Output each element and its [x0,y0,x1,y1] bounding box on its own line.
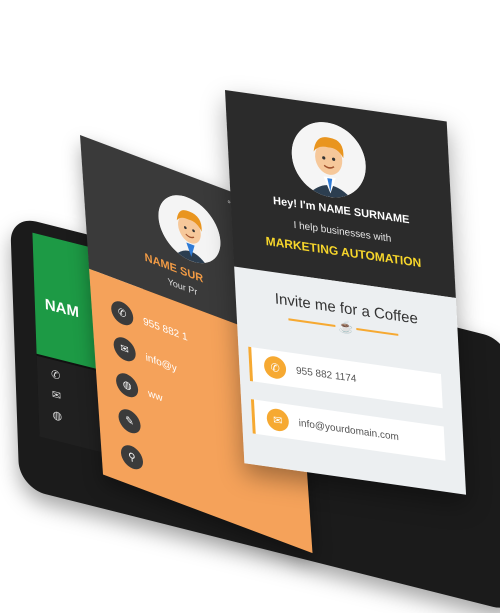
email-icon: ✉ [112,333,137,365]
phone-number: 955 882 1174 [295,364,357,385]
front-card-header: Hey! I'm NAME SURNAME I help businesses … [225,90,456,299]
pin-icon: ⚲ [120,441,144,473]
back-card-name: NAM [44,295,80,322]
email-contact-row[interactable]: ✉ info@yourdomain.com [250,399,446,461]
avatar-illustration [291,122,366,201]
email-icon: ✉ [51,388,62,404]
middle-contact-row[interactable]: ⚲ [120,441,154,478]
coffee-cup-icon: ☕ [335,318,357,337]
business-card-mockup: NAM ✆ ✉ ◍ ◦ ▾ ◢ ▮ [0,0,500,613]
middle-contact-row[interactable]: ◍ ww [115,369,163,411]
globe-icon: ◍ [115,369,139,401]
front-card-body: Invite me for a Coffee ☕ ✆ 955 882 1174 … [234,266,467,495]
email-icon: ✉ [266,407,290,433]
middle-contact-text: 955 882 1 [142,315,188,344]
front-avatar [289,117,368,203]
phone-icon: ✆ [263,354,287,381]
middle-contact-text: info@y [145,351,178,375]
phone-contact-row[interactable]: ✆ 955 882 1174 [248,346,443,409]
front-card: Hey! I'm NAME SURNAME I help businesses … [225,90,467,495]
phone-icon: ✆ [50,368,61,383]
globe-icon: ◍ [52,408,63,424]
middle-contact-text: ww [147,387,163,405]
chat-icon: ✎ [117,405,142,437]
email-address: info@yourdomain.com [298,417,400,443]
middle-contact-row[interactable]: ✎ [117,405,152,442]
phone-icon: ✆ [110,297,134,329]
